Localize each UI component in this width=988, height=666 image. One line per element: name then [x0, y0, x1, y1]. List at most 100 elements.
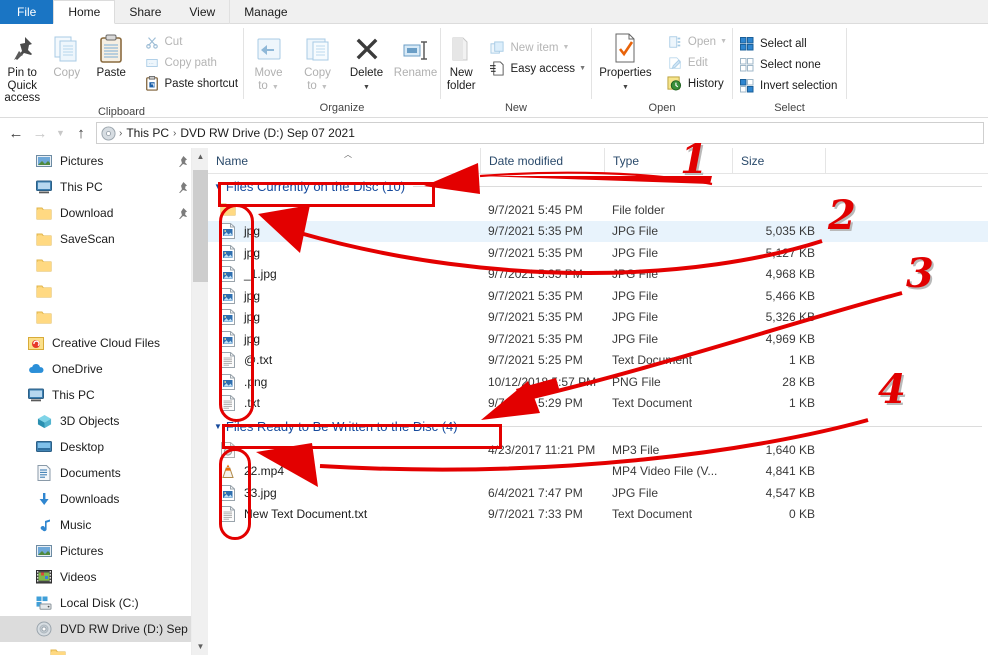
pin-small-icon[interactable]: [173, 207, 191, 219]
sidebar-item-music[interactable]: Music: [0, 512, 191, 538]
delete-button[interactable]: Delete ▼: [342, 29, 391, 92]
breadcrumb-dvd-drive[interactable]: DVD RW Drive (D:) Sep 07 2021: [177, 126, 358, 140]
sidebar-item-blank-4[interactable]: [0, 252, 191, 278]
select-none-button[interactable]: Select none: [733, 54, 842, 75]
file-type: JPG File: [612, 288, 659, 303]
sidebar-item-this-pc[interactable]: This PC: [0, 174, 191, 200]
sidebar-item-documents[interactable]: Documents: [0, 460, 191, 486]
file-name: @.txt: [244, 353, 273, 368]
table-row[interactable]: .png 10/12/2018 5:57 PM PNG File 28 KB: [208, 371, 988, 393]
scroll-down-icon[interactable]: ▼: [192, 638, 209, 655]
column-header-size[interactable]: Size: [732, 147, 825, 174]
edit-button[interactable]: Edit: [661, 52, 732, 73]
pin-to-quick-access-label-2: access: [4, 92, 41, 104]
back-arrow-icon[interactable]: ←: [4, 121, 28, 145]
forward-arrow-icon[interactable]: →: [28, 121, 52, 145]
paste-button[interactable]: Paste: [89, 29, 134, 80]
properties-button[interactable]: Properties ▼: [592, 29, 659, 92]
column-header-type[interactable]: Type: [604, 147, 732, 174]
sidebar-item-videos[interactable]: Videos: [0, 564, 191, 590]
address-bar: ← → ▼ ↑ › This PC › DVD RW Drive (D:) Se…: [0, 118, 988, 148]
sidebar-item-download[interactable]: Download: [0, 200, 191, 226]
history-label: History: [687, 77, 724, 90]
sidebar-item-creative-cloud-files[interactable]: Creative Cloud Files: [0, 330, 191, 356]
sidebar-item-blank-6[interactable]: [0, 304, 191, 330]
rename-button[interactable]: Rename: [391, 29, 440, 80]
sidebar-item-this-pc[interactable]: This PC: [0, 382, 191, 408]
column-header-name[interactable]: ︿ Name: [208, 148, 480, 174]
tab-home[interactable]: Home: [53, 0, 116, 24]
breadcrumb-this-pc[interactable]: This PC: [123, 126, 172, 140]
easy-access-button[interactable]: Easy access ▼: [484, 58, 592, 79]
file-type: JPG File: [612, 485, 659, 500]
tab-share[interactable]: Share: [115, 0, 175, 24]
pin-to-quick-access-button[interactable]: Pin to Quick access: [0, 29, 45, 105]
sidebar-item-pictures[interactable]: Pictures: [0, 538, 191, 564]
table-row[interactable]: @.txt 9/7/2021 5:25 PM Text Document 1 KB: [208, 350, 988, 372]
tab-file[interactable]: File: [0, 0, 54, 24]
chevron-down-icon[interactable]: ▼: [214, 422, 222, 431]
file-group-header-label: Files Ready to Be Written to the Disc (4…: [225, 419, 458, 434]
file-size: 5,326 KB: [765, 310, 815, 325]
pin-small-icon[interactable]: [173, 181, 191, 193]
file-date-modified: 4/23/2017 11:21 PM: [488, 442, 596, 457]
column-header-spare[interactable]: [825, 147, 988, 174]
chevron-down-icon: ▼: [320, 83, 328, 91]
new-folder-button[interactable]: New folder: [441, 29, 482, 92]
table-row[interactable]: jpg 9/7/2021 5:35 PM JPG File 4,969 KB: [208, 328, 988, 350]
select-all-label: Select all: [760, 37, 807, 50]
sidebar-item-desktop[interactable]: Desktop: [0, 434, 191, 460]
file-size: 4,547 KB: [765, 485, 815, 500]
address-input[interactable]: › This PC › DVD RW Drive (D:) Sep 07 202…: [96, 122, 984, 144]
scroll-up-icon[interactable]: ▲: [192, 148, 209, 165]
sidebar-item-onedrive[interactable]: OneDrive: [0, 356, 191, 382]
table-row[interactable]: 4/23/2017 11:21 PM MP3 File 1,640 KB: [208, 439, 988, 461]
open-button[interactable]: Open ▼: [661, 31, 732, 52]
table-row[interactable]: jpg 9/7/2021 5:35 PM JPG File 5,466 KB: [208, 285, 988, 307]
sidebar-item-local-disk-c[interactable]: Local Disk (C:): [0, 590, 191, 616]
table-row[interactable]: jpg 9/7/2021 5:35 PM JPG File 5,326 KB: [208, 307, 988, 329]
copy-path-button[interactable]: ··· Copy path: [138, 52, 244, 73]
ribbon-group-clipboard-label: Clipboard: [97, 105, 146, 118]
history-button[interactable]: History: [661, 73, 732, 94]
recent-locations-chevron-down-icon[interactable]: ▼: [52, 121, 69, 145]
sidebar-item-3d-objects[interactable]: 3D Objects: [0, 408, 191, 434]
sidebar-item-blank-19[interactable]: [0, 642, 191, 655]
file-group-header-1[interactable]: ▼ Files Currently on the Disc (10): [208, 174, 988, 199]
chevron-down-icon[interactable]: ▼: [214, 182, 222, 191]
up-arrow-icon[interactable]: ↑: [69, 121, 93, 145]
table-row[interactable]: .txt 9/7/2021 5:29 PM Text Document 1 KB: [208, 393, 988, 415]
cut-button[interactable]: Cut: [138, 31, 244, 52]
tab-manage[interactable]: Manage: [229, 0, 301, 24]
group-divider: [465, 426, 982, 427]
sidebar-item-downloads[interactable]: Downloads: [0, 486, 191, 512]
navigation-scrollbar[interactable]: ▲ ▼: [191, 148, 208, 655]
table-row[interactable]: jpg 9/7/2021 5:35 PM JPG File 5,127 KB: [208, 242, 988, 264]
invert-selection-button[interactable]: Invert selection: [733, 75, 842, 96]
sidebar-item-savescan[interactable]: SaveScan: [0, 226, 191, 252]
paste-shortcut-button[interactable]: Paste shortcut: [138, 73, 244, 94]
table-row[interactable]: 33.jpg 6/4/2021 7:47 PM JPG File 4,547 KB: [208, 482, 988, 504]
jpg-file-icon: [220, 223, 236, 240]
table-row[interactable]: 9/7/2021 5:45 PM File folder: [208, 199, 988, 221]
tab-view[interactable]: View: [175, 0, 229, 24]
jpg-file-icon: [220, 484, 236, 501]
sidebar-item-dvd-rw-drive-d-sep-07[interactable]: DVD RW Drive (D:) Sep 07: [0, 616, 191, 642]
select-all-button[interactable]: Select all: [733, 33, 842, 54]
table-row[interactable]: New Text Document.txt 9/7/2021 7:33 PM Tex…: [208, 504, 988, 526]
table-row[interactable]: jpg 9/7/2021 5:35 PM JPG File 5,035 KB: [208, 220, 988, 242]
table-row[interactable]: 22.mp4 MP4 Video File (V... 4,841 KB: [208, 461, 988, 483]
move-to-button[interactable]: Move to ▼: [244, 29, 293, 94]
pin-small-icon[interactable]: [173, 155, 191, 167]
table-row[interactable]: _1.jpg 9/7/2021 5:35 PM JPG File 4,968 KB: [208, 264, 988, 286]
navigation-pane: Pictures This PC Download SaveScan Creative …: [0, 148, 191, 655]
new-item-button[interactable]: New item ▼: [484, 37, 592, 58]
file-group-header-2[interactable]: ▼ Files Ready to Be Written to the Disc (…: [208, 414, 988, 439]
sidebar-item-blank-5[interactable]: [0, 278, 191, 304]
copy-to-button[interactable]: Copy to ▼: [293, 29, 342, 94]
sidebar-item-pictures[interactable]: Pictures: [0, 148, 191, 174]
column-header-date-modified[interactable]: Date modified: [480, 147, 604, 174]
folder-icon: [34, 282, 54, 300]
copy-button[interactable]: Copy: [45, 29, 90, 80]
scrollbar-thumb[interactable]: [193, 170, 208, 282]
